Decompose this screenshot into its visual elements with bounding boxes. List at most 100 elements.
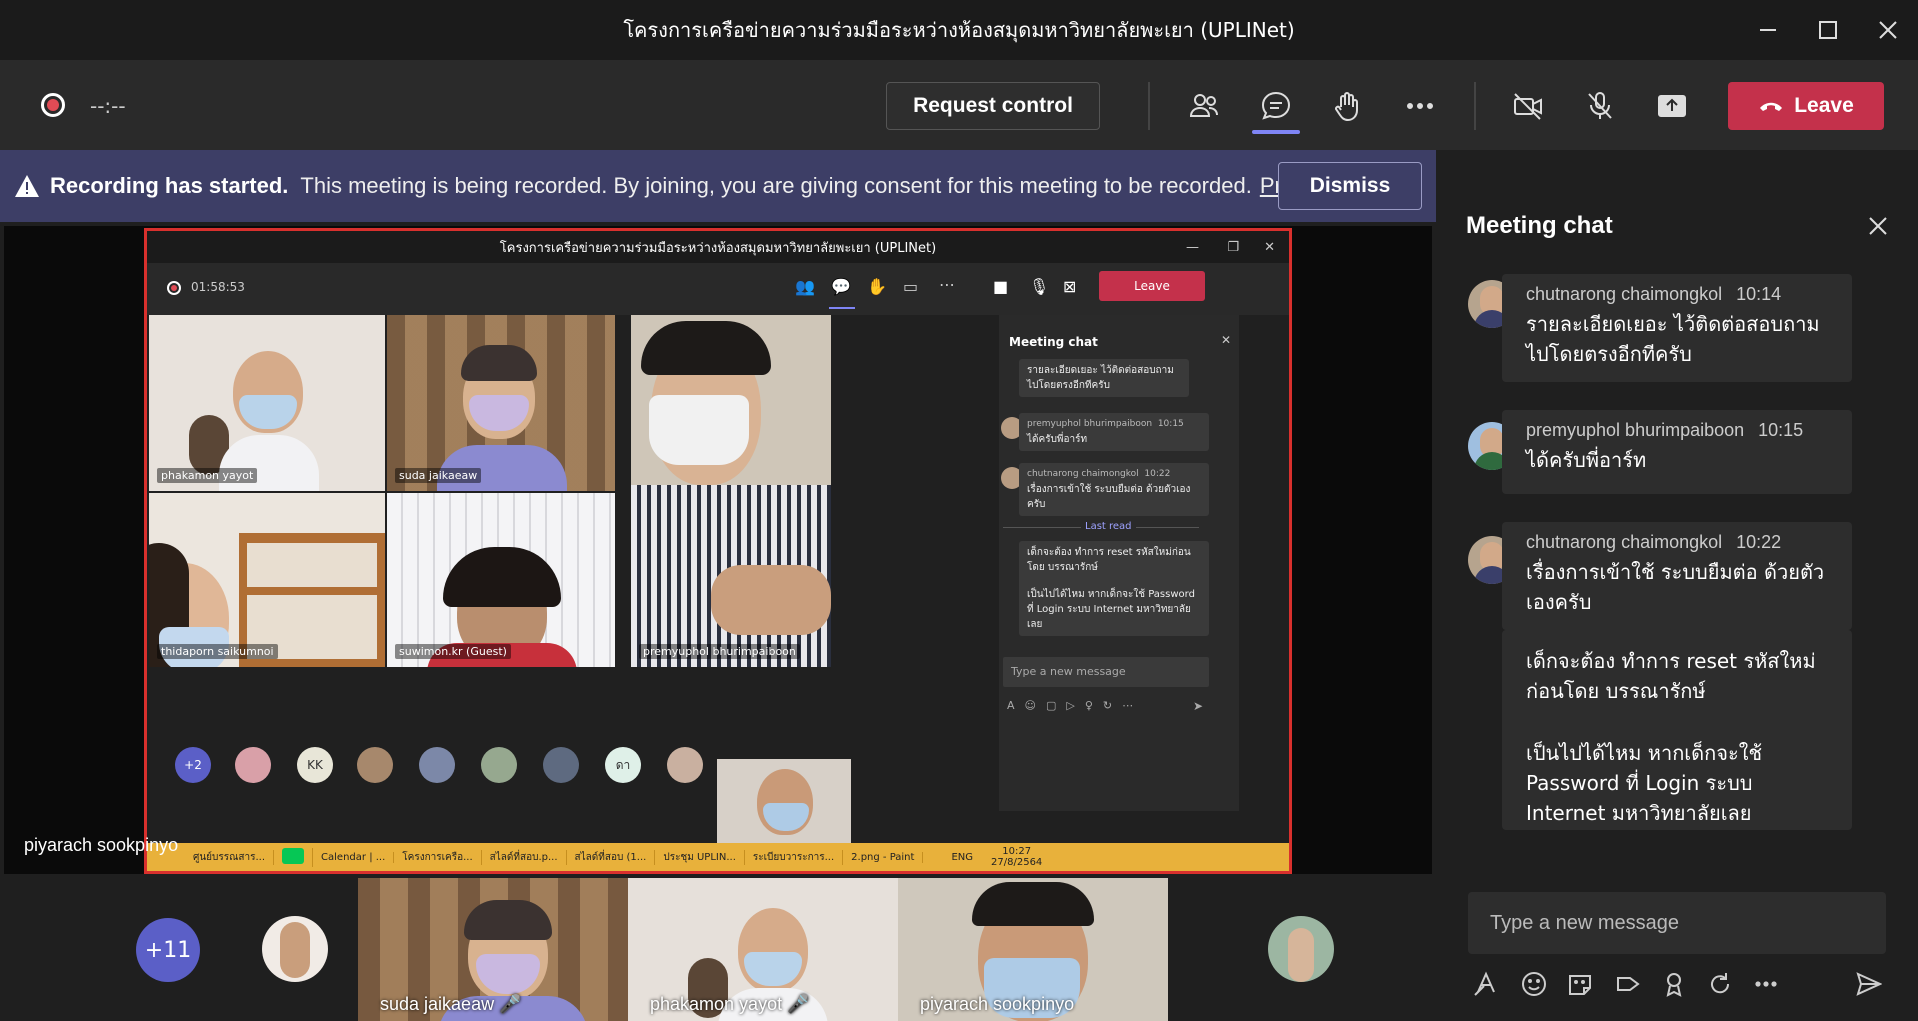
window-titlebar: โครงการเครือข่ายความร่วมมือระหว่างห้องสม… xyxy=(0,0,1918,60)
video-tile: suda jaikaeaw xyxy=(387,315,615,491)
camera-off-icon[interactable] xyxy=(1506,84,1550,128)
recording-timer: --:-- xyxy=(90,94,126,118)
banner-heading: Recording has started. xyxy=(50,173,289,198)
shared-chat-message: เด็กจะต้อง ทำการ reset รหัสใหม่ก่อนโดย บ… xyxy=(1019,541,1209,636)
gallery-tile[interactable]: phakamon yayot 🎤 xyxy=(628,878,898,1021)
video-tile: phakamon yayot xyxy=(149,315,385,491)
avatar xyxy=(481,747,517,783)
avatar xyxy=(543,747,579,783)
share-screen-icon[interactable] xyxy=(1650,84,1694,128)
message-text: ได้ครับพี่อาร์ท xyxy=(1526,448,1647,472)
avatar xyxy=(357,747,393,783)
tile-name: thidaporn saikumnoi xyxy=(157,644,278,659)
shared-window-title: โครงการเครือข่ายความร่วมมือระหว่างห้องสม… xyxy=(147,231,1289,263)
tile-name: phakamon yayot 🎤 xyxy=(650,994,810,1014)
overflow-participants-button[interactable]: +11 xyxy=(136,918,200,982)
avatar[interactable] xyxy=(1268,916,1334,982)
taskbar-lang: ENG xyxy=(951,851,974,863)
chat-title: Meeting chat xyxy=(1466,212,1613,239)
tile-name: suda jaikaeaw xyxy=(395,468,482,483)
taskbar-item: โครงการเครือ... xyxy=(394,849,482,865)
praise-icon[interactable] xyxy=(1656,966,1692,1002)
toolbar-divider-2 xyxy=(1474,82,1476,130)
shared-chat-panel: Meeting chat ✕ รายละเอียดเยอะ ไว้ติดต่อส… xyxy=(999,315,1239,811)
warning-icon xyxy=(15,175,39,197)
minimize-icon[interactable] xyxy=(1738,0,1798,60)
loop-icon[interactable] xyxy=(1702,966,1738,1002)
tile-name: suda jaikaeaw 🎤 xyxy=(380,994,522,1014)
shared-composer: Type a new message xyxy=(1003,657,1209,687)
video-tile: thidaporn saikumnoi xyxy=(149,493,385,667)
shared-participants-icon: 👥 xyxy=(795,277,815,296)
message-author: chutnarong chaimongkol xyxy=(1526,284,1723,304)
shared-layout-icon: ▭ xyxy=(903,277,919,296)
message-author: premyuphol bhurimpaiboon xyxy=(1526,420,1745,440)
request-control-button[interactable]: Request control xyxy=(886,82,1100,130)
shared-toolbar: 01:58:53 👥 💬 ✋ ▭ ⋯ ■ 🎙 ⊠ Leave xyxy=(147,263,1289,315)
send-icon[interactable] xyxy=(1850,966,1886,1002)
leave-label: Leave xyxy=(1794,94,1854,117)
gif-sticker-icon[interactable] xyxy=(1562,966,1598,1002)
maximize-icon[interactable] xyxy=(1798,0,1858,60)
meet-now-icon[interactable] xyxy=(1610,966,1646,1002)
taskbar-item xyxy=(274,847,314,867)
chat-message: chutnarong chaimongkol 10:22 เรื่องการเข้… xyxy=(1502,522,1852,630)
message-author: chutnarong chaimongkol xyxy=(1526,532,1723,552)
windows-taskbar: ศูนย์บรรณสาร... Calendar | ... โครงการเค… xyxy=(147,843,1289,871)
shared-chat-message: chutnarong chaimongkol 10:22 เรื่องการเข… xyxy=(1019,463,1209,516)
tile-name: suwimon.kr (Guest) xyxy=(395,644,511,659)
participants-icon[interactable] xyxy=(1182,84,1226,128)
shared-mic-icon: 🎙 xyxy=(1029,277,1050,296)
avatar[interactable] xyxy=(262,916,328,982)
shared-restore-icon: ❐ xyxy=(1227,239,1239,255)
window-title: โครงการเครือข่ายความร่วมมือระหว่างห้องสม… xyxy=(623,18,1295,42)
emoji-icon[interactable] xyxy=(1516,966,1552,1002)
gallery-tile[interactable]: piyarach sookpinyo xyxy=(898,878,1168,1021)
leave-button[interactable]: Leave xyxy=(1728,82,1884,130)
message-text: รายละเอียดเยอะ ไว้ติดต่อสอบถามไปโดยตรงอี… xyxy=(1526,312,1820,366)
phone-hangup-icon xyxy=(1760,102,1783,111)
chat-message-followup: เด็กจะต้อง ทำการ reset รหัสใหม่ก่อนโดย บ… xyxy=(1502,630,1852,830)
format-icon[interactable] xyxy=(1468,966,1504,1002)
shared-share-icon: ⊠ xyxy=(1063,277,1077,296)
shared-more-icon: ⋯ xyxy=(939,275,955,294)
taskbar-item: ประชุม UPLIN... xyxy=(655,849,745,865)
message-time: 10:14 xyxy=(1736,284,1782,304)
gallery-tile[interactable]: suda jaikaeaw 🎤 xyxy=(358,878,628,1021)
shared-close-icon: ✕ xyxy=(1264,239,1275,255)
close-chat-icon[interactable] xyxy=(1862,210,1894,242)
message-text: เรื่องการเข้าใช้ ระบบยืมต่อ ด้วยตัวเองคร… xyxy=(1526,560,1825,614)
avatar xyxy=(235,747,271,783)
message-composer-input[interactable]: Type a new message xyxy=(1468,892,1886,954)
shared-screen: โครงการเครือข่ายความร่วมมือระหว่างห้องสม… xyxy=(144,228,1292,874)
message-text: เด็กจะต้อง ทำการ reset รหัสใหม่ก่อนโดย บ… xyxy=(1526,649,1816,703)
shared-overflow-avatar: +2 xyxy=(175,747,211,783)
last-read-divider: Last read xyxy=(1081,521,1136,532)
tile-name: phakamon yayot xyxy=(157,468,258,483)
avatar: ดา xyxy=(605,747,641,783)
raise-hand-icon[interactable] xyxy=(1326,84,1370,128)
shared-chat-message: premyuphol bhurimpaiboon 10:15 ได้ครับพี… xyxy=(1019,413,1209,451)
avatar xyxy=(667,747,703,783)
shared-timer: 01:58:53 xyxy=(191,280,245,294)
shared-chat-close-icon: ✕ xyxy=(1221,333,1232,347)
taskbar-item: Calendar | ... xyxy=(313,851,395,863)
chat-active-indicator xyxy=(1252,130,1300,134)
avatar: KK xyxy=(297,747,333,783)
avatar xyxy=(419,747,455,783)
more-options-icon[interactable] xyxy=(1748,966,1784,1002)
self-preview-tile xyxy=(717,759,851,843)
dismiss-button[interactable]: Dismiss xyxy=(1278,162,1422,210)
meeting-chat-panel: Meeting chat chutnarong chaimongkol 10:14… xyxy=(1436,150,1918,1021)
close-window-icon[interactable] xyxy=(1858,0,1918,60)
shared-camera-icon: ■ xyxy=(993,277,1009,296)
video-tile: premyuphol bhurimpaiboon xyxy=(631,315,831,667)
more-options-icon[interactable] xyxy=(1398,84,1442,128)
tile-name: premyuphol bhurimpaiboon xyxy=(639,644,800,659)
chat-icon[interactable] xyxy=(1254,84,1298,128)
recording-banner: Recording has started. This meeting is b… xyxy=(0,150,1436,222)
message-text: เป็นไปได้ไหม หากเด็กจะใช้ Password ที่ L… xyxy=(1526,741,1763,825)
shared-composer-tools: A☺▢▷♀↻⋯ xyxy=(1007,699,1144,712)
shared-minimize-icon: — xyxy=(1186,239,1199,255)
mic-off-icon[interactable] xyxy=(1578,84,1622,128)
